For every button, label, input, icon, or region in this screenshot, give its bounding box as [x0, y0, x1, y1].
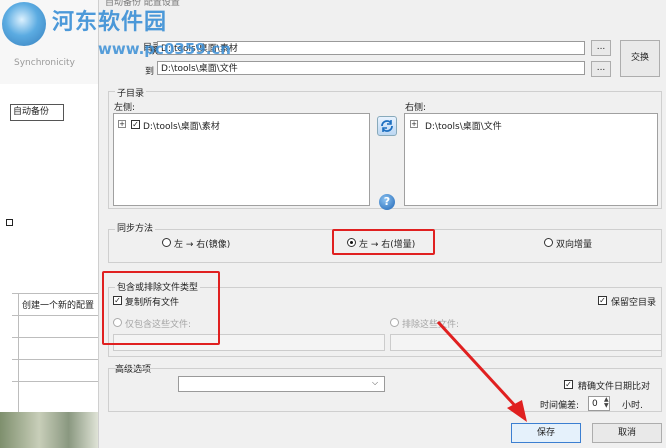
precise-date-label[interactable]: 精确文件日期比对 — [578, 379, 650, 392]
cancel-button[interactable]: 取消 — [592, 423, 662, 443]
exclude-files-input[interactable] — [390, 334, 662, 351]
bidirectional-radio[interactable] — [544, 238, 553, 247]
background-table — [12, 293, 98, 413]
subdirectory-label: 子目录 — [115, 86, 147, 99]
mirror-label[interactable]: 左 → 右(镜像) — [174, 237, 230, 250]
incremental-highlight — [332, 229, 435, 255]
watermark-logo — [2, 2, 46, 46]
expand-icon[interactable]: + — [410, 120, 418, 128]
expand-icon[interactable]: + — [118, 120, 126, 128]
left-tree-checkbox[interactable]: ✓ — [131, 120, 140, 129]
watermark-title: 河东软件园 — [52, 10, 168, 35]
save-button[interactable]: 保存 — [511, 423, 581, 443]
table-column-divider — [18, 293, 19, 413]
to-label: 到 — [145, 67, 155, 77]
right-side-label: 右侧: — [405, 103, 427, 113]
resize-handle[interactable] — [6, 219, 13, 226]
time-offset-label: 时间偏差: — [540, 401, 580, 411]
hours-label: 小时. — [622, 401, 643, 411]
left-tree-item[interactable]: D:\tools\桌面\素材 — [143, 119, 220, 132]
table-row — [12, 359, 98, 382]
table-row — [12, 315, 98, 338]
spinner-arrows-icon[interactable]: ▲ ▼ — [604, 397, 609, 409]
right-tree-item[interactable]: D:\tools\桌面\文件 — [425, 119, 502, 132]
browse-to-button[interactable]: ... — [591, 61, 611, 77]
exclude-radio[interactable] — [390, 318, 399, 327]
keep-empty-label[interactable]: 保留空目录 — [611, 295, 656, 308]
chevron-down-icon[interactable]: ⌵ — [372, 378, 378, 388]
background-photo — [0, 412, 98, 448]
synchronicity-brand: Synchronicity — [14, 58, 75, 68]
table-row — [12, 381, 98, 404]
exclude-label[interactable]: 排除这些文件: — [402, 317, 459, 330]
auto-backup-item[interactable]: 自动备份 — [10, 104, 64, 121]
left-side-label: 左侧: — [114, 103, 136, 113]
file-type-highlight — [102, 271, 220, 345]
precise-date-checkbox[interactable]: ✓ — [564, 380, 573, 389]
advanced-select[interactable] — [178, 376, 385, 392]
watermark-url: www.pc0359.cn — [98, 40, 231, 58]
sync-method-label: 同步方法 — [115, 221, 156, 234]
to-path-input[interactable]: D:\tools\桌面\文件 — [157, 61, 585, 75]
create-config-label[interactable]: 创建一个新的配置 — [22, 298, 94, 311]
bidirectional-label[interactable]: 双向增量 — [556, 237, 592, 250]
help-icon[interactable]: ? — [379, 194, 395, 210]
swap-button[interactable]: 交换 — [620, 40, 660, 77]
table-row — [12, 337, 98, 360]
refresh-icon[interactable] — [377, 116, 397, 136]
keep-empty-checkbox[interactable]: ✓ — [598, 296, 607, 305]
mirror-radio[interactable] — [162, 238, 171, 247]
browse-from-button[interactable]: ... — [591, 40, 611, 56]
